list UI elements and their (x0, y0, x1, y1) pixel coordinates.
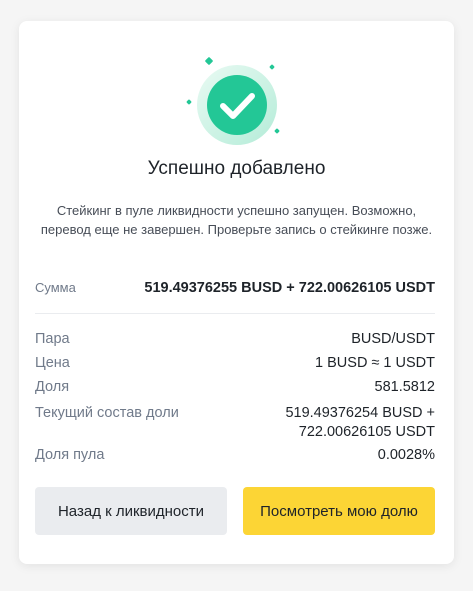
detail-label: Пара (35, 331, 70, 347)
divider (35, 313, 435, 314)
detail-label: Доля (35, 379, 70, 395)
detail-value: 581.5812 (374, 379, 435, 395)
success-icon-group (186, 56, 280, 147)
sum-row: Сумма 519.49376255 BUSD + 722.00626105 U… (35, 280, 435, 296)
sum-value: 519.49376255 BUSD + 722.00626105 USDT (144, 280, 435, 296)
detail-label: Текущий состав доли (35, 405, 179, 421)
sparkle-icon (186, 99, 192, 105)
detail-label: Цена (35, 355, 70, 371)
dialog-description: Стейкинг в пуле ликвидности успешно запу… (40, 203, 433, 237)
detail-row-price: Цена 1 BUSD ≈ 1 USDT (35, 355, 435, 371)
check-circle-icon (197, 65, 277, 145)
detail-row-pool-share: Доля пула 0.0028% (35, 447, 435, 463)
view-my-share-button[interactable]: Посмотреть мою долю (243, 487, 435, 535)
detail-row-composition: Текущий состав доли 519.49376254 BUSD + … (35, 404, 435, 442)
detail-value: 0.0028% (377, 447, 435, 463)
detail-value: 1 BUSD ≈ 1 USDT (315, 355, 435, 371)
detail-row-pair: Пара BUSD/USDT (35, 331, 435, 347)
dialog-title: Успешно добавлено (147, 158, 326, 179)
detail-value: 519.49376254 BUSD + 722.00626105 USDT (285, 405, 435, 440)
detail-value: BUSD/USDT (351, 331, 435, 347)
back-to-liquidity-button[interactable]: Назад к ликвидности (35, 487, 227, 535)
detail-row-share: Доля 581.5812 (35, 379, 435, 395)
detail-label: Доля пула (35, 447, 105, 463)
success-dialog: Успешно добавлено Стейкинг в пуле ликвид… (19, 21, 454, 564)
sum-label: Сумма (35, 280, 76, 295)
